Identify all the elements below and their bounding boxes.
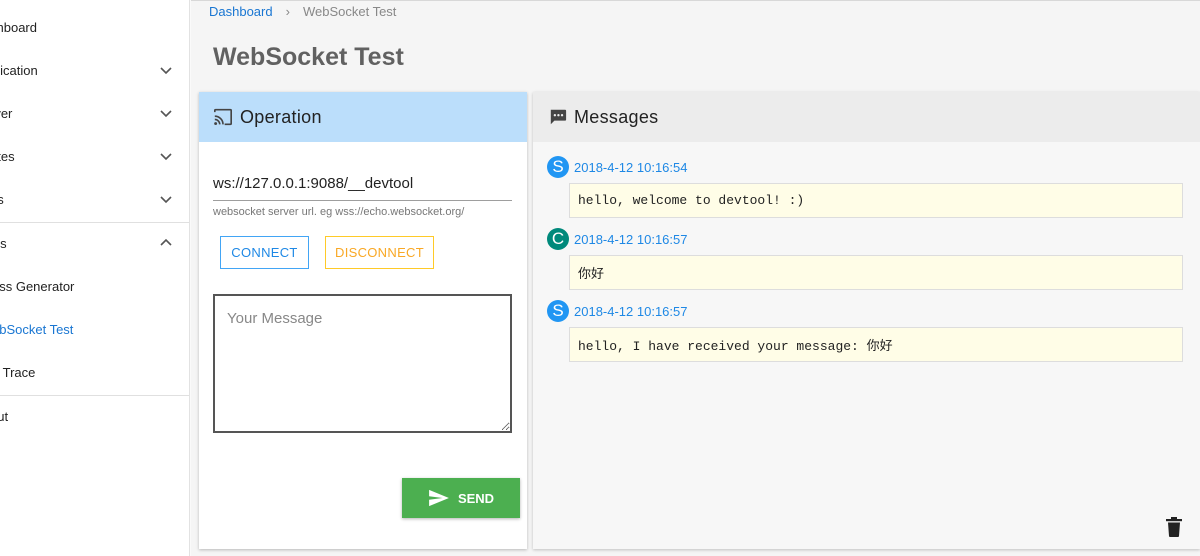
send-button[interactable]: SEND <box>402 478 520 518</box>
websocket-url-input[interactable] <box>213 170 512 201</box>
page-title: WebSocket Test <box>213 43 404 71</box>
message-bubble: hello, I have received your message: 你好 <box>569 327 1183 362</box>
send-icon <box>429 489 449 507</box>
server-avatar: S <box>547 156 569 178</box>
chevron-down-icon <box>160 67 172 75</box>
sidebar-item-websocket-test[interactable]: ebSocket Test <box>0 308 189 351</box>
operation-title: Operation <box>240 106 322 127</box>
sidebar-item-label: n Trace <box>0 365 36 380</box>
sidebar-item-about[interactable]: out <box>0 395 189 438</box>
message-item: C 2018-4-12 10:16:57 你好 <box>547 227 1183 290</box>
message-item: S 2018-4-12 10:16:57 hello, I have recei… <box>547 299 1183 362</box>
breadcrumb-current: WebSocket Test <box>302 4 397 19</box>
sidebar-item-server[interactable]: rver <box>0 92 189 135</box>
server-avatar: S <box>547 300 569 322</box>
sidebar-item-label: ols <box>0 236 7 251</box>
breadcrumb-dashboard-link[interactable]: Dashboard <box>209 4 273 19</box>
messages-title: Messages <box>574 106 659 127</box>
sidebar: shboard plication rver utes gs ols ass G… <box>0 0 190 556</box>
sidebar-item-logs[interactable]: gs <box>0 178 189 221</box>
chat-icon <box>550 109 567 125</box>
cast-icon <box>214 108 232 126</box>
chevron-down-icon <box>160 196 172 204</box>
breadcrumb: Dashboard › WebSocket Test <box>209 4 396 19</box>
send-button-label: SEND <box>457 490 495 506</box>
message-bubble: 你好 <box>569 255 1183 290</box>
sidebar-item-application[interactable]: plication <box>0 49 189 92</box>
message-time: 2018-4-12 10:16:57 <box>574 303 688 319</box>
operation-header: Operation <box>199 92 527 142</box>
chevron-down-icon <box>160 153 172 161</box>
sidebar-item-label: ass Generator <box>0 279 75 294</box>
sidebar-item-label: rver <box>0 106 13 121</box>
url-hint: websocket server url. eg wss://echo.webs… <box>213 206 465 218</box>
messages-header: Messages <box>533 92 1200 142</box>
sidebar-item-class-generator[interactable]: ass Generator <box>0 265 189 308</box>
sidebar-item-routes[interactable]: utes <box>0 135 189 178</box>
message-item: S 2018-4-12 10:16:54 hello, welcome to d… <box>547 155 1183 218</box>
message-time: 2018-4-12 10:16:54 <box>574 159 688 175</box>
message-textarea[interactable] <box>213 294 512 433</box>
disconnect-button[interactable]: DISCONNECT <box>325 236 434 269</box>
chevron-down-icon <box>160 110 172 118</box>
operation-card: Operation websocket server url. eg wss:/… <box>199 92 527 549</box>
sidebar-item-label: ebSocket Test <box>0 322 74 337</box>
main-content: Dashboard › WebSocket Test WebSocket Tes… <box>191 0 1200 556</box>
sidebar-item-dashboard[interactable]: shboard <box>0 6 189 49</box>
sidebar-item-run-trace[interactable]: n Trace <box>0 351 189 394</box>
connect-button[interactable]: CONNECT <box>220 236 309 269</box>
client-avatar: C <box>547 228 569 250</box>
sidebar-item-label: utes <box>0 149 15 164</box>
messages-card: Messages S 2018-4-12 10:16:54 hello, wel… <box>533 92 1200 549</box>
sidebar-item-tools[interactable]: ols <box>0 222 189 265</box>
message-time: 2018-4-12 10:16:57 <box>574 231 688 247</box>
breadcrumb-separator: › <box>285 4 290 19</box>
sidebar-item-label: plication <box>0 63 38 78</box>
sidebar-item-label: shboard <box>0 20 37 35</box>
sidebar-item-label: gs <box>0 192 4 207</box>
top-border <box>191 0 1200 1</box>
message-bubble: hello, welcome to devtool! :) <box>569 183 1183 218</box>
chevron-up-icon <box>160 238 172 246</box>
sidebar-item-label: out <box>0 409 9 424</box>
trash-icon[interactable] <box>1165 517 1183 537</box>
